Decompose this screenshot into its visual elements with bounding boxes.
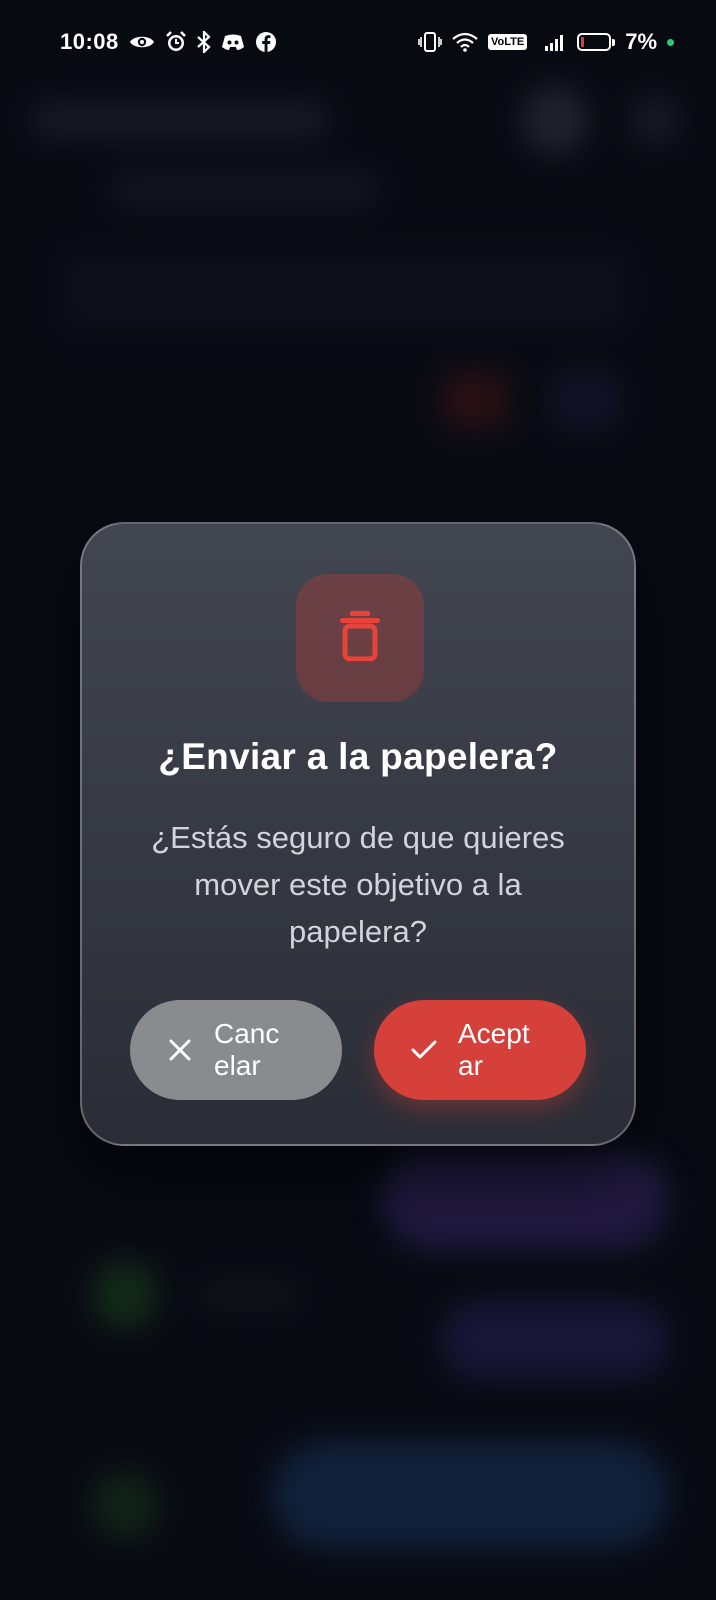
status-bar: 10:08 VoLTE 7% (0, 0, 716, 84)
vibrate-icon (418, 31, 442, 53)
close-icon (166, 1036, 194, 1064)
dialog-message: ¿Estás seguro de que quieres mover este … (151, 820, 565, 949)
check-icon (410, 1036, 438, 1064)
signal-icon (545, 33, 567, 51)
status-time: 10:08 (60, 29, 119, 54)
wifi-icon (452, 32, 478, 52)
cancel-button[interactable]: Cancelar (130, 1000, 342, 1100)
facebook-icon (255, 31, 277, 53)
dialog-title: ¿Enviar a la papelera? (158, 736, 558, 777)
cancel-button-label: Cancelar (214, 1018, 280, 1081)
bluetooth-icon (197, 31, 211, 53)
alarm-icon (165, 31, 187, 53)
privacy-indicator-dot (667, 38, 674, 46)
accept-button[interactable]: Aceptar (374, 1000, 586, 1100)
move-to-trash-dialog: ¿Enviar a la papelera? ¿Estás seguro de … (80, 522, 636, 1146)
trash-icon-tile (296, 574, 424, 702)
accept-button-label: Aceptar (458, 1018, 530, 1081)
volte-icon: VoLTE (488, 34, 528, 50)
discord-icon (221, 33, 245, 51)
battery-percent: 7% (625, 29, 657, 54)
trash-icon (340, 610, 380, 666)
eye-icon (129, 33, 155, 51)
battery-icon (577, 33, 616, 51)
